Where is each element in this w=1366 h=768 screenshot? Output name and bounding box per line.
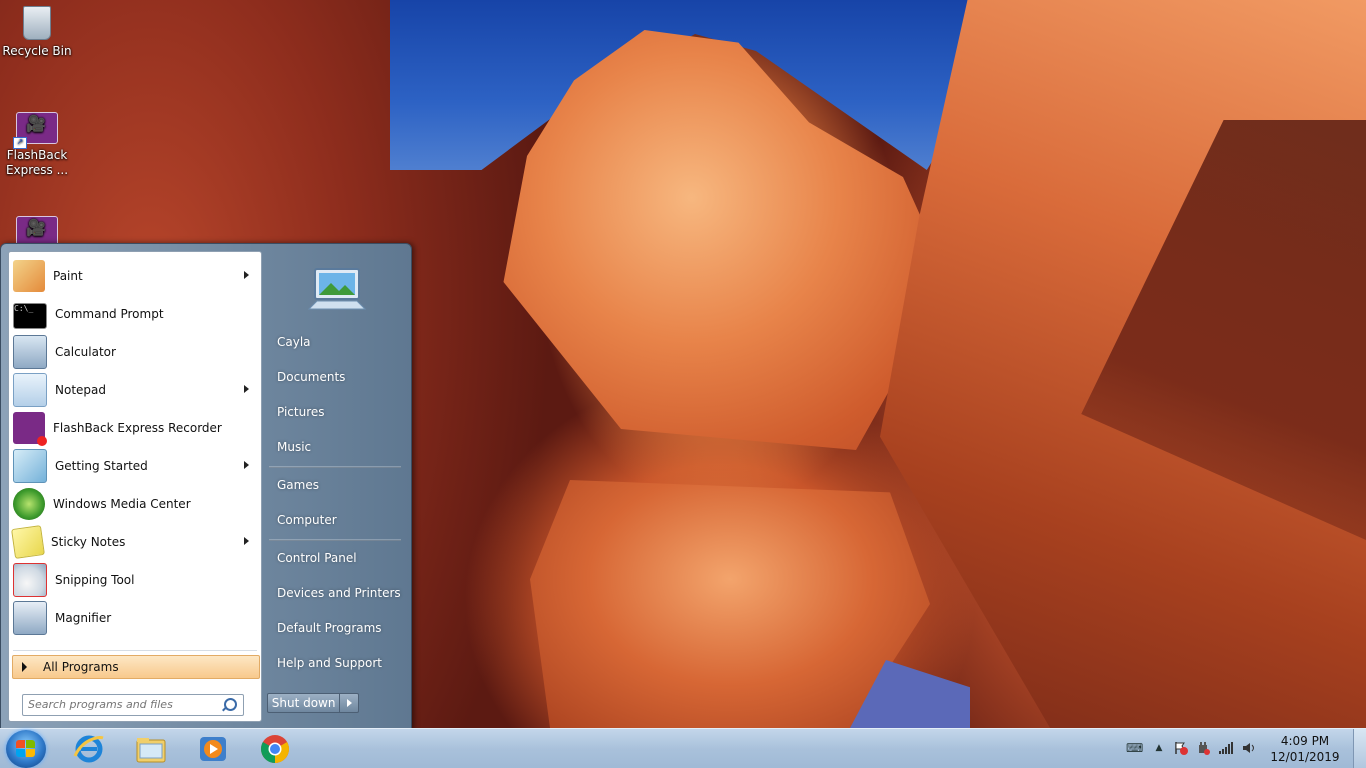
desktop-icon-label: FlashBack Express ... — [5, 148, 69, 177]
windows-explorer-icon — [136, 738, 166, 763]
documents-link[interactable]: Documents — [277, 370, 345, 384]
windows-logo-icon — [16, 740, 36, 758]
shutdown-control: Shut down — [267, 693, 359, 713]
help-support-link[interactable]: Help and Support — [277, 656, 382, 670]
network-signal-icon[interactable] — [1218, 741, 1233, 755]
program-label: Command Prompt — [55, 307, 164, 321]
program-label: Snipping Tool — [55, 573, 135, 587]
google-chrome-icon — [261, 735, 289, 763]
program-label: Paint — [53, 269, 83, 283]
program-sticky-notes[interactable]: Sticky Notes — [11, 524, 259, 560]
games-link[interactable]: Games — [277, 478, 319, 492]
desktop-icon-flashback-express[interactable]: ↗ FlashBack Express ... — [0, 112, 74, 178]
start-menu-programs-pane: Paint C:\_ Command Prompt Calculator Not… — [8, 251, 262, 722]
clock-date: 12/01/2019 — [1270, 750, 1340, 764]
program-label: Sticky Notes — [51, 535, 126, 549]
system-tray: ⌨ ▲ 4:09 PM 12/01/2019 — [1116, 729, 1366, 768]
start-menu-right-pane: Cayla Documents Pictures Music Games Com… — [263, 251, 409, 721]
play-arrow-icon — [22, 662, 27, 672]
submenu-arrow-icon[interactable] — [244, 537, 249, 545]
windows-media-player-icon — [200, 737, 226, 761]
program-command-prompt[interactable]: C:\_ Command Prompt — [13, 296, 259, 332]
desktop-icon-recycle-bin[interactable]: Recycle Bin — [0, 6, 74, 59]
paint-icon — [13, 260, 45, 292]
program-label: Calculator — [55, 345, 116, 359]
program-paint[interactable]: Paint — [13, 258, 259, 294]
flashback-recorder-icon — [13, 412, 47, 446]
program-label: FlashBack Express Recorder — [53, 421, 222, 435]
show-hidden-icons-chevron[interactable]: ▲ — [1152, 741, 1166, 755]
taskbar-google-chrome[interactable] — [258, 732, 292, 766]
search-icon[interactable] — [224, 698, 237, 711]
getting-started-icon — [13, 449, 47, 483]
action-center-flag-icon[interactable] — [1174, 741, 1188, 755]
windows-media-center-icon — [13, 488, 45, 520]
search-input[interactable] — [23, 695, 218, 713]
all-programs-button[interactable]: All Programs — [12, 655, 260, 679]
control-panel-link[interactable]: Control Panel — [277, 551, 357, 565]
snipping-tool-icon — [13, 563, 47, 597]
program-label: Notepad — [55, 383, 106, 397]
start-menu: Paint C:\_ Command Prompt Calculator Not… — [0, 243, 412, 730]
volume-icon[interactable] — [1242, 741, 1256, 755]
desktop-icon-label: Recycle Bin — [2, 44, 72, 58]
calculator-icon — [13, 335, 47, 369]
program-getting-started[interactable]: Getting Started — [13, 448, 259, 484]
program-calculator[interactable]: Calculator — [13, 334, 259, 370]
shutdown-options-arrow-icon[interactable] — [340, 693, 359, 713]
submenu-arrow-icon[interactable] — [244, 385, 249, 393]
computer-link[interactable]: Computer — [277, 513, 337, 527]
all-programs-label: All Programs — [43, 660, 119, 674]
program-label: Getting Started — [55, 459, 148, 473]
flashback-player-icon: ↗ — [13, 112, 58, 149]
program-magnifier[interactable]: Magnifier — [13, 600, 259, 636]
taskbar: ⌨ ▲ 4:09 PM 12/01/2019 — [0, 728, 1366, 768]
right-pane-separator — [269, 466, 401, 468]
user-picture[interactable] — [305, 265, 369, 317]
program-windows-media-center[interactable]: Windows Media Center — [13, 486, 259, 522]
notepad-icon — [13, 373, 47, 407]
internet-explorer-icon — [73, 735, 104, 763]
start-button[interactable] — [6, 730, 46, 768]
sticky-notes-icon — [11, 525, 45, 559]
clock-time: 4:09 PM — [1280, 734, 1330, 748]
devices-printers-link[interactable]: Devices and Printers — [277, 586, 401, 600]
default-programs-link[interactable]: Default Programs — [277, 621, 382, 635]
power-plug-icon[interactable] — [1196, 741, 1210, 755]
search-box[interactable] — [22, 694, 244, 716]
recycle-bin-icon — [23, 6, 51, 40]
right-pane-separator — [269, 539, 401, 541]
show-desktop-button[interactable] — [1353, 729, 1366, 768]
shutdown-button[interactable]: Shut down — [267, 693, 341, 713]
user-folder-link[interactable]: Cayla — [277, 335, 311, 349]
program-label: Windows Media Center — [53, 497, 191, 511]
program-flashback-express-recorder[interactable]: FlashBack Express Recorder — [13, 410, 259, 446]
program-snipping-tool[interactable]: Snipping Tool — [13, 562, 259, 598]
taskbar-windows-media-player[interactable] — [196, 732, 230, 766]
pictures-link[interactable]: Pictures — [277, 405, 325, 419]
taskbar-windows-explorer[interactable] — [134, 732, 168, 766]
program-label: Magnifier — [55, 611, 112, 625]
music-link[interactable]: Music — [277, 440, 311, 454]
submenu-arrow-icon[interactable] — [244, 461, 249, 469]
keyboard-icon[interactable]: ⌨ — [1126, 741, 1143, 755]
command-prompt-icon: C:\_ — [13, 303, 47, 329]
program-notepad[interactable]: Notepad — [13, 372, 259, 408]
taskbar-internet-explorer[interactable] — [72, 732, 106, 766]
programs-separator — [13, 650, 257, 651]
magnifier-icon — [13, 601, 47, 635]
submenu-arrow-icon[interactable] — [244, 271, 249, 279]
clock[interactable]: 4:09 PM 12/01/2019 — [1270, 733, 1340, 765]
